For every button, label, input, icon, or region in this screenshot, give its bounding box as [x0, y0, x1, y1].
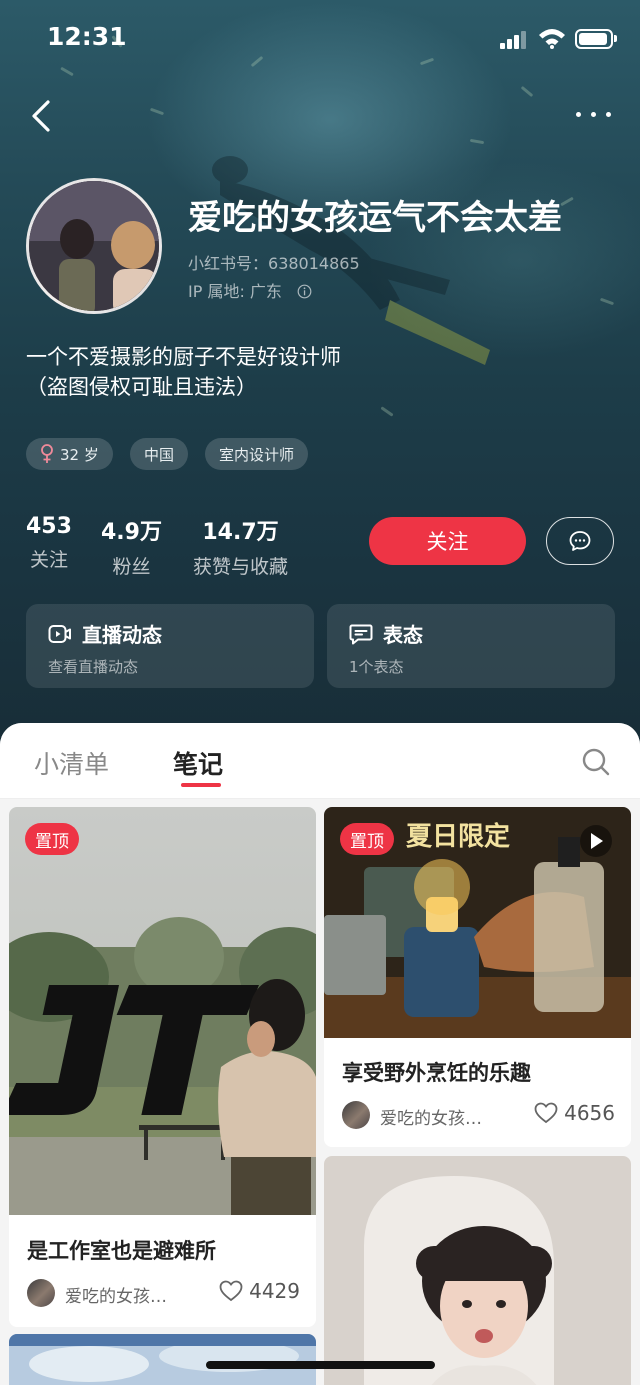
tag-age-label: 32 岁 — [60, 445, 99, 464]
female-icon — [41, 444, 53, 463]
stat-likes-value: 14.7万 — [202, 520, 279, 545]
note-card[interactable]: 夏日限定 置顶 享受野外烹饪的乐趣 爱吃的女孩… 4656 — [324, 807, 631, 1147]
note-cover-image — [324, 1156, 631, 1385]
reactions-title: 表态 — [349, 619, 423, 648]
author-avatar[interactable] — [342, 1101, 370, 1129]
stat-following-label: 关注 — [29, 549, 68, 571]
status-time: 12:31 — [47, 22, 127, 51]
stat-following[interactable]: 453 关注 — [26, 514, 72, 572]
note-title: 享受野外烹饪的乐趣 — [342, 1061, 531, 1085]
like-button[interactable]: 4429 — [219, 1279, 300, 1303]
message-button[interactable] — [546, 517, 614, 565]
author-name[interactable]: 爱吃的女孩… — [380, 1104, 482, 1129]
search-icon[interactable] — [581, 747, 611, 777]
note-card[interactable] — [324, 1156, 631, 1385]
heart-icon — [219, 1280, 243, 1302]
tag-profession: 室内设计师 — [205, 438, 309, 470]
battery-icon — [575, 29, 613, 49]
tag-age: 32 岁 — [26, 438, 113, 470]
note-overlay-text: 夏日限定 — [406, 821, 510, 852]
live-updates-card[interactable]: 直播动态 查看直播动态 — [26, 604, 314, 688]
reactions-subtitle: 1个表态 — [349, 658, 404, 676]
chat-bubble-icon — [569, 531, 591, 551]
bio-line-2: （盗图侵权可耻且违法） — [26, 375, 257, 399]
note-card[interactable] — [9, 1334, 316, 1385]
note-card[interactable]: 置顶 是工作室也是避难所 爱吃的女孩… 4429 — [9, 807, 316, 1327]
tab-notes[interactable]: 笔记 — [173, 745, 223, 781]
profile-name: 爱吃的女孩运气不会太差 — [188, 198, 562, 238]
avatar[interactable] — [26, 178, 162, 314]
like-count: 4429 — [249, 1279, 300, 1303]
id-value: 638014865 — [268, 254, 360, 273]
ip-label: IP 属地: 广东 — [188, 282, 282, 301]
note-cover-image — [9, 1334, 316, 1385]
pinned-badge: 置顶 — [340, 823, 394, 855]
stat-followers-label: 粉丝 — [112, 556, 151, 578]
ip-location: IP 属地: 广东 — [188, 278, 312, 302]
like-button[interactable]: 4656 — [534, 1101, 615, 1125]
reactions-card[interactable]: 表态 1个表态 — [327, 604, 615, 688]
back-arrow-icon[interactable] — [28, 98, 56, 134]
note-title: 是工作室也是避难所 — [27, 1239, 216, 1263]
tag-country: 中国 — [130, 438, 189, 470]
wifi-icon — [539, 29, 565, 49]
tab-list[interactable]: 小清单 — [34, 745, 109, 781]
follow-button[interactable]: 关注 — [369, 517, 526, 565]
home-indicator — [206, 1361, 435, 1369]
tab-active-indicator — [181, 783, 221, 787]
live-updates-label: 直播动态 — [82, 623, 162, 647]
profile-bio: 一个不爱摄影的厨子不是好设计师 （盗图侵权可耻且违法） — [26, 342, 341, 402]
signal-icon — [500, 31, 526, 49]
heart-icon — [534, 1102, 558, 1124]
like-count: 4656 — [564, 1101, 615, 1125]
info-icon[interactable] — [297, 284, 312, 299]
xiaohongshu-id: 小红书号：638014865 — [188, 250, 360, 274]
note-cover-image — [9, 807, 316, 1215]
pinned-badge: 置顶 — [25, 823, 79, 855]
tag-country-label: 中国 — [144, 445, 175, 464]
battery-tip — [614, 35, 617, 42]
stat-likes-collects[interactable]: 14.7万 获赞与收藏 — [193, 514, 288, 579]
id-label: 小红书号： — [188, 254, 269, 273]
bio-line-1: 一个不爱摄影的厨子不是好设计师 — [26, 345, 341, 369]
author-name[interactable]: 爱吃的女孩… — [65, 1282, 167, 1307]
stat-following-value: 453 — [26, 514, 72, 539]
more-options-icon[interactable] — [574, 104, 614, 124]
tab-bar: 小清单 笔记 — [0, 723, 640, 799]
comment-icon — [349, 624, 373, 644]
tag-profession-label: 室内设计师 — [219, 445, 295, 464]
stat-followers[interactable]: 4.9万 粉丝 — [101, 514, 162, 579]
live-video-icon — [48, 624, 71, 643]
stat-followers-value: 4.9万 — [101, 520, 162, 545]
stat-likes-label: 获赞与收藏 — [193, 556, 289, 578]
reactions-label: 表态 — [383, 623, 423, 647]
live-updates-title: 直播动态 — [48, 619, 162, 648]
author-avatar[interactable] — [27, 1279, 55, 1307]
content-sheet: 小清单 笔记 置顶 是工作室也是避难所 爱吃的女孩… 4429 夏日限定 置顶 … — [0, 723, 640, 1385]
live-updates-subtitle: 查看直播动态 — [48, 658, 139, 676]
